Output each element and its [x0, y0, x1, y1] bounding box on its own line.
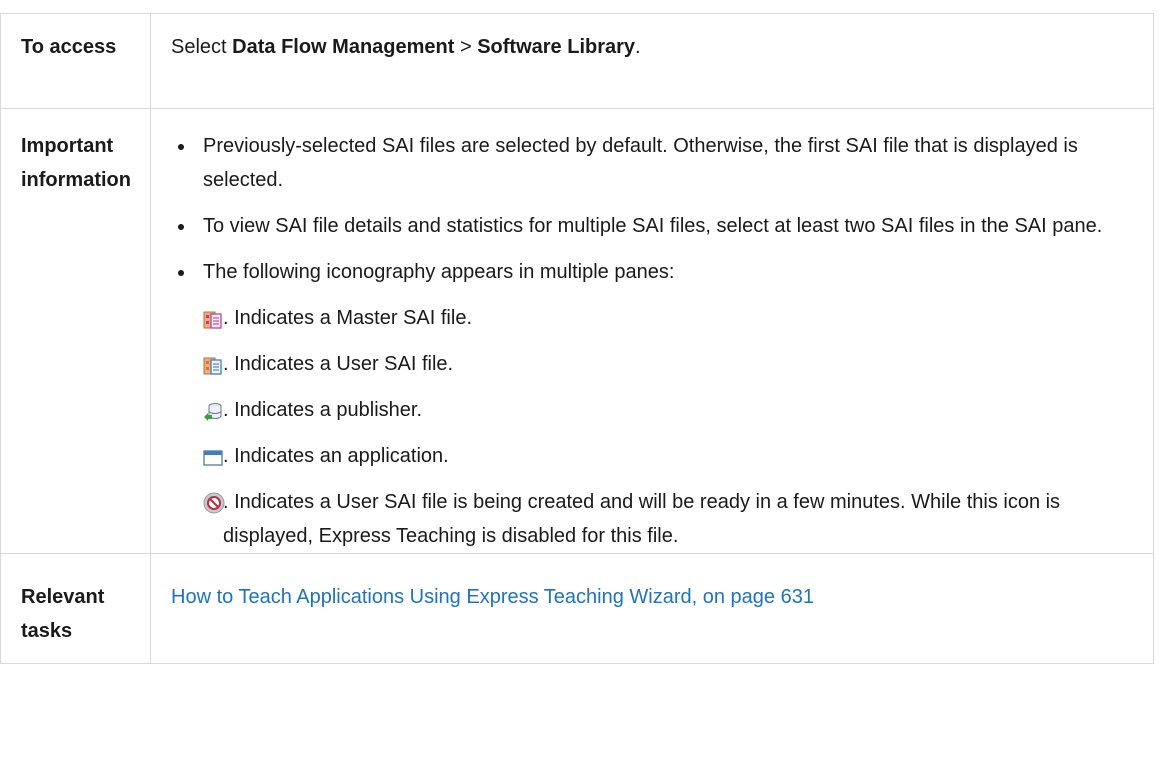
- icon-legend-text: . Indicates a Master SAI file.: [223, 307, 472, 329]
- list-item: Previously-selected SAI files are select…: [171, 129, 1145, 197]
- icon-legend-application: . Indicates an application.: [203, 439, 1145, 473]
- bullet-icon: [178, 224, 184, 230]
- menu-data-flow-management: Data Flow Management: [232, 36, 455, 58]
- row-to-access: To access Select Data Flow Management > …: [0, 13, 1154, 109]
- list-item: To view SAI file details and statistics …: [171, 209, 1145, 243]
- icon-legend-publisher: . Indicates a publisher.: [203, 393, 1145, 427]
- label-to-access: To access: [0, 13, 151, 109]
- label-line-2: information: [21, 169, 131, 191]
- master-sai-file-icon: [203, 307, 223, 329]
- icon-legend-text: . Indicates an application.: [223, 445, 449, 467]
- relevant-tasks-content: How to Teach Applications Using Express …: [150, 553, 1154, 664]
- icon-legend-text: . Indicates a User SAI file is being cre…: [223, 491, 1061, 547]
- row-relevant-tasks: Relevant tasks How to Teach Applications…: [0, 553, 1154, 664]
- icon-legend-creating: . Indicates a User SAI file is being cre…: [203, 485, 1145, 553]
- row-important-information: Important information Previously-selecte…: [0, 108, 1154, 554]
- bullet-text: The following iconography appears in mul…: [203, 261, 675, 283]
- important-information-content: Previously-selected SAI files are select…: [150, 108, 1154, 554]
- label-line-2: tasks: [21, 620, 73, 642]
- publisher-icon: [203, 399, 223, 421]
- access-suffix: .: [635, 36, 641, 58]
- label-important-information: Important information: [0, 108, 151, 554]
- icon-legend-user: . Indicates a User SAI file.: [203, 347, 1145, 381]
- user-sai-file-icon: [203, 353, 223, 375]
- icon-legend-text: . Indicates a User SAI file.: [223, 353, 454, 375]
- bullet-icon: [178, 270, 184, 276]
- bullet-icon: [178, 144, 184, 150]
- bullet-text: To view SAI file details and statistics …: [203, 215, 1103, 237]
- info-table: To access Select Data Flow Management > …: [0, 13, 1154, 664]
- access-path: Select Data Flow Management > Software L…: [150, 13, 1154, 109]
- menu-software-library: Software Library: [477, 36, 636, 58]
- label-line-1: Important: [21, 135, 114, 157]
- label-line-1: Relevant: [21, 586, 105, 608]
- task-link-express-teaching[interactable]: How to Teach Applications Using Express …: [171, 586, 814, 608]
- list-item: The following iconography appears in mul…: [171, 255, 1145, 553]
- application-icon: [203, 445, 223, 466]
- icon-legend-text: . Indicates a publisher.: [223, 399, 423, 421]
- access-prefix: Select: [171, 36, 233, 58]
- creating-sai-file-icon: [203, 491, 225, 514]
- path-separator: >: [454, 36, 478, 58]
- bullet-text: Previously-selected SAI files are select…: [203, 135, 1078, 191]
- bullet-list: Previously-selected SAI files are select…: [171, 129, 1145, 553]
- icon-legend-master: . Indicates a Master SAI file.: [203, 301, 1145, 335]
- label-relevant-tasks: Relevant tasks: [0, 553, 151, 664]
